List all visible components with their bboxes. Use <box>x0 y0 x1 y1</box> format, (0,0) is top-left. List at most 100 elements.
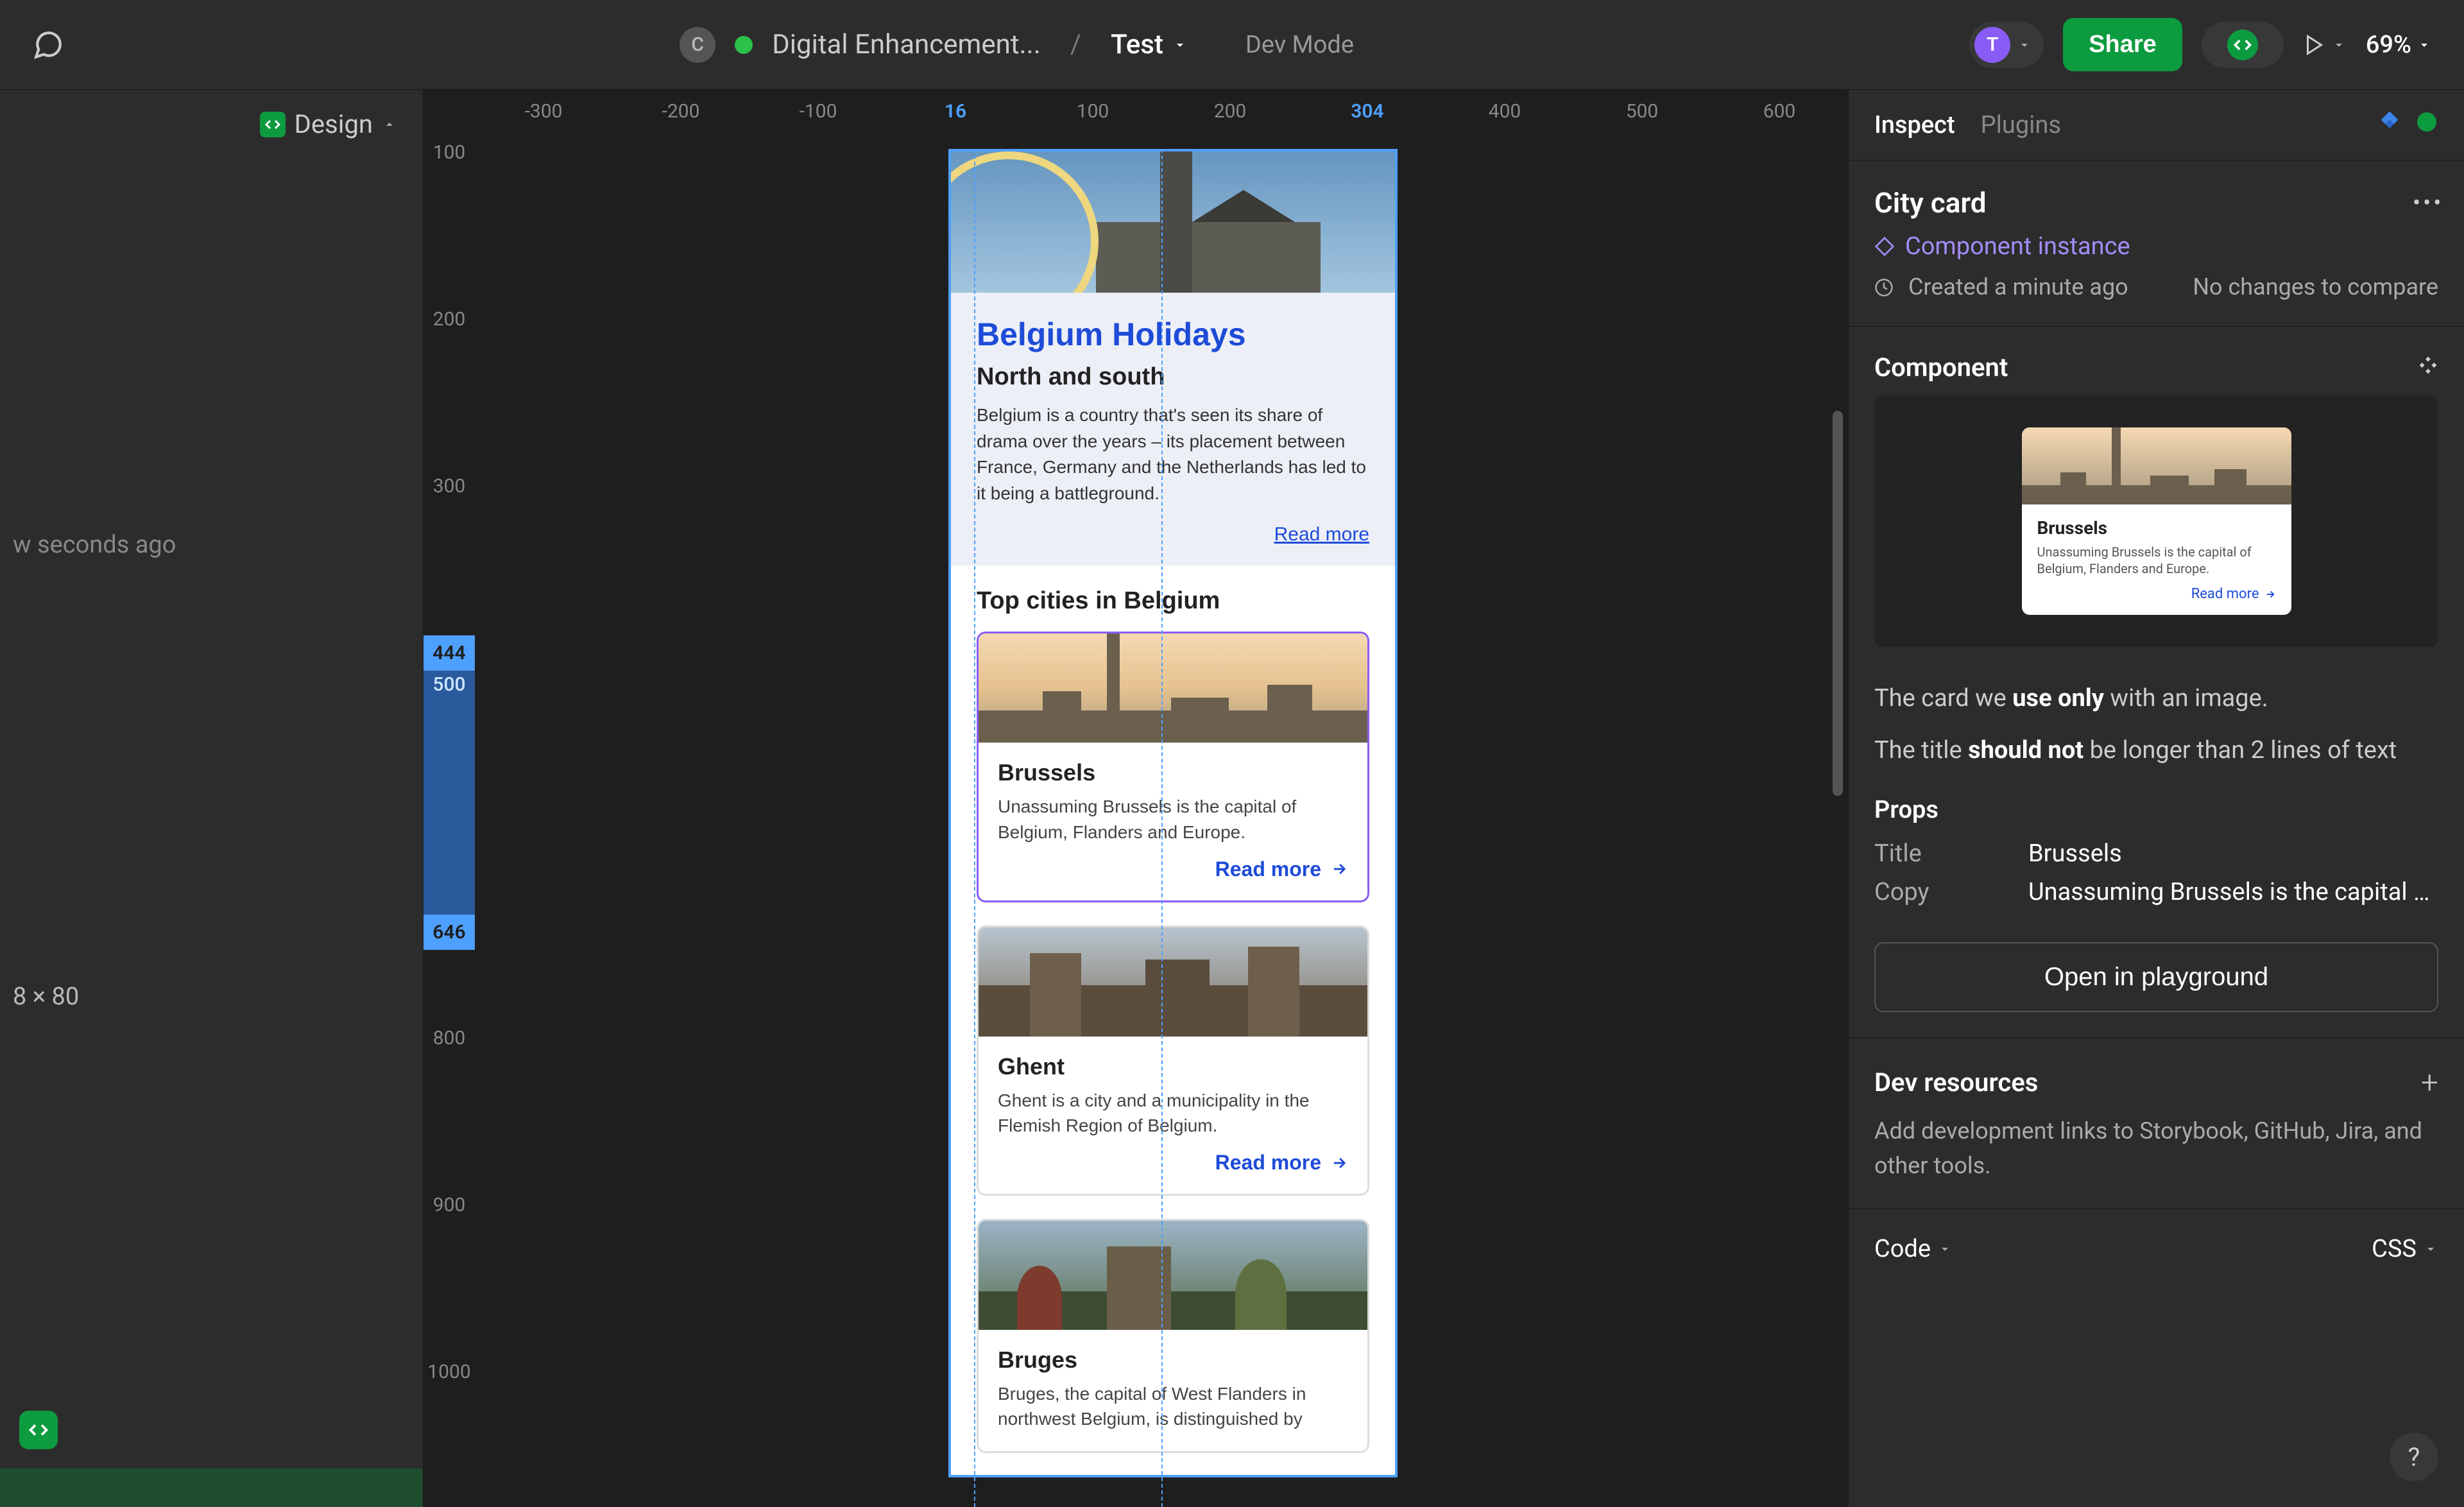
city-card[interactable]: Ghent Ghent is a city and a municipality… <box>977 926 1369 1196</box>
card-image <box>979 927 1367 1037</box>
prop-row: Copy Unassuming Brussels is the capital … <box>1874 878 2438 906</box>
open-playground-button[interactable]: Open in playground <box>1874 942 2438 1012</box>
instance-label: Component instance <box>1905 232 2130 261</box>
mini-card-text: Unassuming Brussels is the capital of Be… <box>2037 544 2276 577</box>
chevron-down-icon <box>2331 37 2347 53</box>
design-tab-label: Design <box>295 109 373 139</box>
page-name-dropdown[interactable]: Test <box>1111 29 1188 60</box>
left-status-bar <box>0 1468 423 1507</box>
read-more-link[interactable]: Read more <box>1274 524 1369 545</box>
tab-inspect[interactable]: Inspect <box>1874 111 1955 139</box>
plugin-icon[interactable] <box>2415 110 2438 139</box>
code-icon <box>260 112 286 137</box>
dev-mode-label[interactable]: Dev Mode <box>1245 31 1354 59</box>
dev-resources-section: Dev resources + Add development links to… <box>1849 1038 2464 1209</box>
card-text: Ghent is a city and a municipality in th… <box>998 1088 1348 1138</box>
card-image <box>979 633 1367 743</box>
selected-node-name: City card <box>1874 186 1987 220</box>
card-image <box>979 1221 1367 1330</box>
mini-card-link: Read more <box>2191 586 2259 602</box>
chevron-down-icon <box>2017 37 2032 53</box>
props-label: Props <box>1874 796 2438 824</box>
chevron-down-icon <box>1937 1241 1953 1257</box>
dev-resources-title: Dev resources <box>1874 1067 2038 1098</box>
more-icon[interactable]: ••• <box>2413 189 2438 216</box>
component-desc-2: The title should not be longer than 2 li… <box>1874 731 2438 770</box>
guide-line <box>974 149 975 1507</box>
tab-plugins[interactable]: Plugins <box>1981 111 2061 139</box>
breadcrumb-separator: / <box>1070 29 1081 60</box>
inspect-tabs: Inspect Plugins <box>1849 90 2464 160</box>
prop-row: Title Brussels <box>1874 840 2438 868</box>
canvas[interactable]: -300 -200 -100 16 100 200 304 400 500 60… <box>424 90 1848 1507</box>
dev-mode-toggle[interactable] <box>2202 22 2284 68</box>
component-section: Component <box>1849 327 2464 1038</box>
left-dims-text: 8 × 80 <box>0 983 423 1024</box>
chevron-down-icon <box>2423 1241 2438 1257</box>
guide-line <box>1161 149 1163 1507</box>
card-title: Bruges <box>998 1347 1348 1374</box>
owner-avatar[interactable]: C <box>680 27 715 63</box>
mini-card-image <box>2022 427 2291 504</box>
component-section-title: Component <box>1874 352 2008 383</box>
code-icon[interactable] <box>19 1411 58 1449</box>
arrow-right-icon <box>1330 860 1348 878</box>
add-resource-button[interactable]: + <box>2421 1064 2438 1101</box>
arrow-right-icon <box>2264 589 2276 600</box>
prop-key: Title <box>1874 840 2028 868</box>
selection-section: City card ••• Component instance Created… <box>1849 160 2464 327</box>
scrollbar-vertical[interactable] <box>1833 411 1843 796</box>
project-name[interactable]: Digital Enhancement... <box>772 29 1041 60</box>
user-avatar: T <box>1974 27 2010 63</box>
user-avatar-dropdown[interactable]: T <box>1969 22 2044 68</box>
card-read-more-link[interactable]: Read more <box>1215 857 1321 881</box>
present-button[interactable] <box>2303 33 2347 56</box>
code-dropdown[interactable]: Code <box>1874 1235 1953 1263</box>
css-dropdown[interactable]: CSS <box>2372 1235 2438 1263</box>
inspect-panel: Inspect Plugins City card ••• Component … <box>1848 90 2464 1507</box>
card-text: Unassuming Brussels is the capital of Be… <box>998 794 1348 844</box>
clock-icon <box>1874 278 1894 297</box>
comments-icon[interactable] <box>32 29 64 61</box>
card-read-more-link[interactable]: Read more <box>1215 1151 1321 1175</box>
diamond-icon <box>1874 236 1895 257</box>
canvas-frame[interactable]: Belgium Holidays North and south Belgium… <box>948 149 1398 1477</box>
chevron-up-icon <box>382 117 397 132</box>
page-name-label: Test <box>1111 29 1163 60</box>
mini-card-title: Brussels <box>2037 517 2276 538</box>
card-text: Bruges, the capital of West Flanders in … <box>998 1381 1348 1431</box>
created-time: Created a minute ago <box>1874 273 2128 300</box>
top-bar: C Digital Enhancement... / Test Dev Mode… <box>0 0 2464 90</box>
page-title: Belgium Holidays <box>977 316 1369 353</box>
component-preview[interactable]: Brussels Unassuming Brussels is the capi… <box>1874 395 2438 647</box>
hero-section: Belgium Holidays North and south Belgium… <box>951 293 1395 565</box>
chevron-down-icon <box>1172 37 1188 53</box>
card-title: Brussels <box>998 759 1348 786</box>
left-panel: Design w seconds ago 8 × 80 <box>0 90 424 1507</box>
help-button[interactable]: ? <box>2390 1433 2438 1481</box>
component-icon[interactable] <box>2418 354 2438 381</box>
left-recent-text: w seconds ago <box>0 518 423 572</box>
page-description: Belgium is a country that's seen its sha… <box>977 402 1369 506</box>
page-subtitle: North and south <box>977 363 1369 391</box>
prop-value: Unassuming Brussels is the capital of ..… <box>2028 878 2438 906</box>
city-card[interactable]: Bruges Bruges, the capital of West Fland… <box>977 1219 1369 1452</box>
jira-icon[interactable] <box>2377 109 2402 141</box>
hero-image <box>951 151 1395 293</box>
component-instance-link[interactable]: Component instance <box>1874 232 2438 261</box>
section-title: Top cities in Belgium <box>977 587 1369 615</box>
design-tab[interactable]: Design <box>0 90 423 159</box>
prop-value: Brussels <box>2028 840 2438 868</box>
chevron-down-icon <box>2417 37 2432 53</box>
city-card[interactable]: Brussels Unassuming Brussels is the capi… <box>977 632 1369 902</box>
compare-status: No changes to compare <box>2193 273 2438 300</box>
ruler-vertical: 100 200 300 444 500 646 800 900 1000 <box>424 135 475 1507</box>
share-button[interactable]: Share <box>2063 18 2182 71</box>
ruler-horizontal: -300 -200 -100 16 100 200 304 400 500 60… <box>475 90 1848 135</box>
status-dot-icon <box>735 36 753 54</box>
play-icon <box>2303 33 2326 56</box>
component-desc-1: The card we use only with an image. <box>1874 679 2438 718</box>
prop-key: Copy <box>1874 878 2028 906</box>
dev-resources-text: Add development links to Storybook, GitH… <box>1874 1114 2438 1183</box>
zoom-dropdown[interactable]: 69% <box>2366 31 2432 59</box>
